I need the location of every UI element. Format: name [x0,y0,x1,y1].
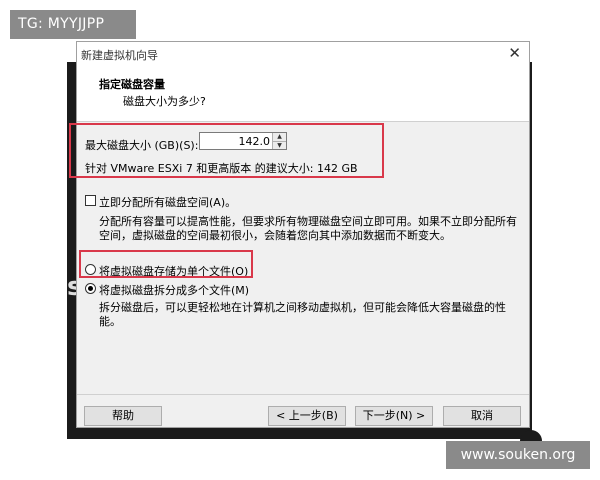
new-vm-wizard-dialog: 新建虚拟机向导 ✕ 指定磁盘容量 磁盘大小为多少? 最大磁盘大小 (GB)(S)… [69,41,530,428]
spin-up-icon[interactable]: ▲ [273,133,286,141]
disk-size-label: 最大磁盘大小 (GB)(S): [85,139,199,152]
disk-size-spinbox[interactable]: 142.0 ▲ ▼ [199,132,287,150]
allocate-description: 分配所有容量可以提高性能，但要求所有物理磁盘空间立即可用。如果不立即分配所有空间… [99,215,517,242]
allocate-now-label[interactable]: 立即分配所有磁盘空间(A)。 [99,194,236,210]
window-title: 新建虚拟机向导 [81,49,158,62]
next-button[interactable]: 下一步(N) > [355,406,433,426]
spin-down-icon[interactable]: ▼ [273,141,286,149]
multiple-files-radio[interactable] [85,283,96,294]
cancel-button[interactable]: 取消 [443,406,521,426]
split-description: 拆分磁盘后，可以更轻松地在计算机之间移动虚拟机，但可能会降低大容量磁盘的性能。 [99,301,506,328]
disk-size-value[interactable]: 142.0 [239,135,271,148]
spin-arrows[interactable]: ▲ ▼ [272,133,286,149]
page-title: 指定磁盘容量 [99,78,165,91]
single-file-radio[interactable] [85,264,96,275]
multiple-files-label[interactable]: 将虚拟磁盘拆分成多个文件(M) [99,282,249,298]
footer-separator [77,394,529,395]
watermark-bottom-right: www.souken.org [446,441,590,469]
help-button[interactable]: 帮助 [84,406,162,426]
watermark-top-left: TG: MYYJJPP [10,10,136,39]
allocate-now-checkbox[interactable] [85,195,96,206]
single-file-label[interactable]: 将虚拟磁盘存储为单个文件(O) [99,263,248,279]
recommended-size-text: 针对 VMware ESXi 7 和更高版本 的建议大小: 142 GB [85,162,358,175]
back-button[interactable]: < 上一步(B) [268,406,346,426]
close-icon[interactable]: ✕ [508,44,521,62]
title-bar: 新建虚拟机向导 ✕ [77,42,529,66]
page-subtitle: 磁盘大小为多少? [123,95,206,108]
wizard-header: 指定磁盘容量 磁盘大小为多少? [77,66,529,122]
